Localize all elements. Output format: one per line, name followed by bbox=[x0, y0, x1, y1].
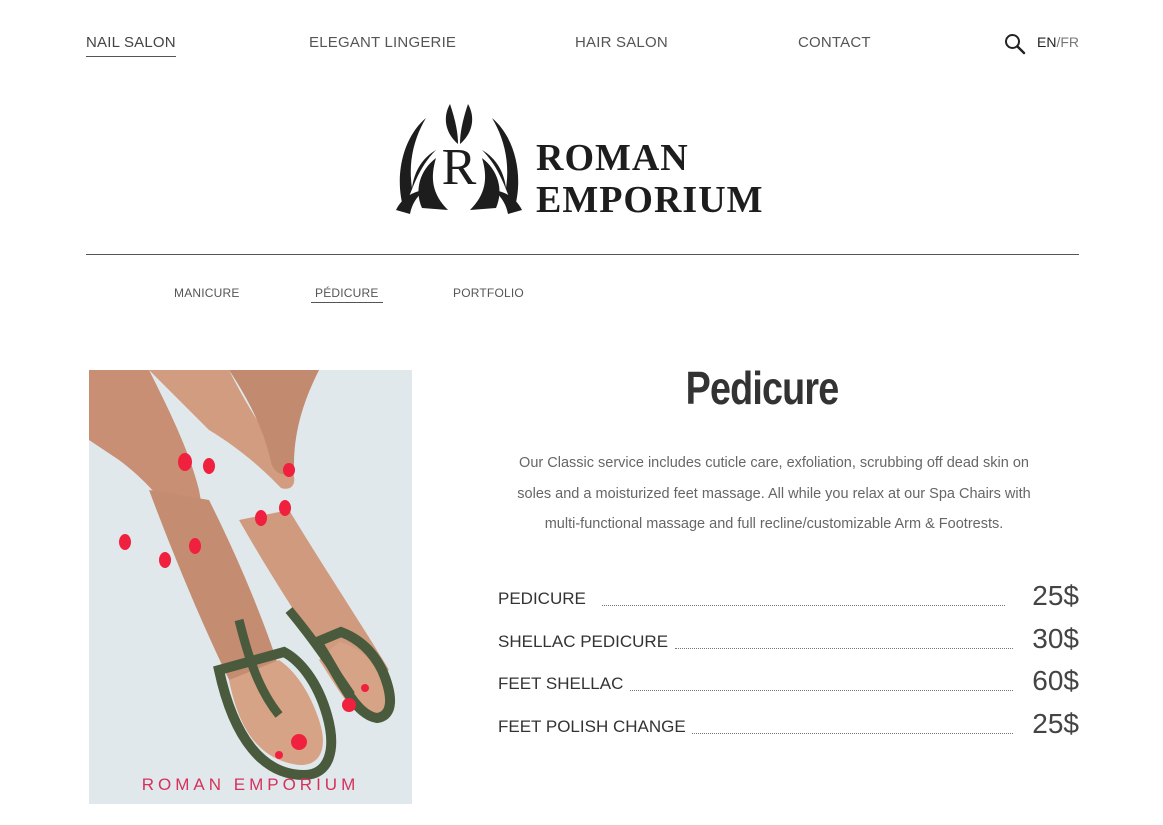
feet-illustration bbox=[89, 370, 396, 781]
language-switcher: EN/FR bbox=[1037, 34, 1079, 50]
logo-line-1: ROMAN bbox=[536, 137, 689, 179]
page-title: Pedicure bbox=[685, 362, 840, 414]
logo-line-2: EMPORIUM bbox=[536, 179, 764, 218]
leader-dots bbox=[691, 733, 1013, 734]
price-row: FEET SHELLAC 60$ bbox=[498, 665, 1079, 697]
subnav-portfolio[interactable]: PORTFOLIO bbox=[453, 286, 524, 302]
service-name: FEET POLISH CHANGE bbox=[498, 717, 692, 737]
search-icon[interactable] bbox=[1003, 32, 1027, 56]
service-name: SHELLAC PEDICURE bbox=[498, 632, 675, 652]
header-divider bbox=[86, 254, 1079, 255]
service-price: 30$ bbox=[1032, 623, 1079, 654]
nav-hair-salon[interactable]: HAIR SALON bbox=[575, 34, 668, 56]
service-price: 25$ bbox=[1032, 580, 1079, 611]
price-row: PEDICURE 25$ bbox=[498, 580, 1079, 612]
service-name: PEDICURE bbox=[498, 589, 592, 609]
leader-dots bbox=[675, 648, 1013, 649]
roman-emporium-logo[interactable]: R ROMAN EMPORIUM bbox=[392, 98, 772, 218]
subnav-manicure[interactable]: MANICURE bbox=[174, 286, 240, 302]
subnav-pedicure[interactable]: PÉDICURE bbox=[311, 286, 383, 303]
lang-fr[interactable]: FR bbox=[1060, 34, 1079, 50]
service-description: Our Classic service includes cuticle car… bbox=[496, 448, 1052, 540]
logo-monogram: R bbox=[442, 139, 477, 196]
price-row: FEET POLISH CHANGE 25$ bbox=[498, 708, 1079, 740]
price-row: SHELLAC PEDICURE 30$ bbox=[498, 623, 1079, 655]
nav-nail-salon[interactable]: NAIL SALON bbox=[86, 34, 176, 57]
description-line: multi-functional massage and full reclin… bbox=[544, 516, 1004, 532]
photo-brand-text: ROMAN EMPORIUM bbox=[141, 775, 360, 794]
description-line: Our Classic service includes cuticle car… bbox=[519, 455, 1029, 471]
pedicure-photo: ROMAN EMPORIUM bbox=[89, 370, 412, 804]
leader-dots bbox=[602, 605, 1005, 606]
description-line: soles and a moisturized feet massage. Al… bbox=[517, 485, 1031, 502]
service-name: FEET SHELLAC bbox=[498, 674, 630, 694]
service-price: 60$ bbox=[1032, 665, 1079, 696]
lang-en[interactable]: EN bbox=[1037, 34, 1056, 50]
nav-elegant-lingerie[interactable]: ELEGANT LINGERIE bbox=[309, 34, 456, 56]
nav-contact[interactable]: CONTACT bbox=[798, 34, 871, 56]
leader-dots bbox=[626, 690, 1013, 691]
service-price: 25$ bbox=[1032, 708, 1079, 739]
